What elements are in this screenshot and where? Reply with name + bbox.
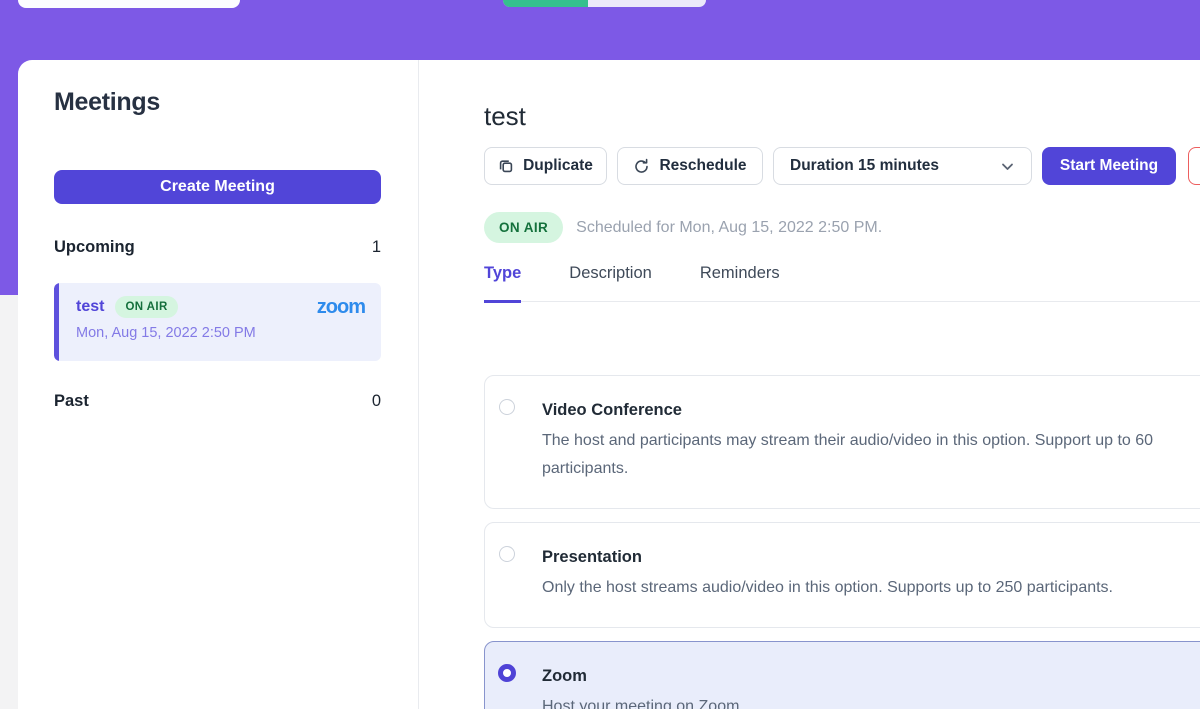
duplicate-button[interactable]: Duplicate: [484, 147, 607, 185]
meeting-datetime: Mon, Aug 15, 2022 2:50 PM: [76, 325, 365, 341]
chevron-down-icon: [1000, 159, 1015, 174]
on-air-badge-main: ON AIR: [484, 212, 563, 243]
meeting-status-row: ON AIR Scheduled for Mon, Aug 15, 2022 2…: [484, 212, 882, 243]
app-window: Meetings Create Meeting Upcoming 1 test …: [0, 0, 1200, 709]
zoom-logo: zoom: [317, 297, 365, 317]
option-title: Presentation: [542, 548, 1198, 567]
option-description: Only the host streams audio/video in thi…: [542, 574, 1198, 602]
refresh-icon: [633, 158, 650, 175]
meeting-tabs: Type Description Reminders: [484, 264, 1200, 302]
radio-unchecked-icon[interactable]: [499, 546, 515, 562]
copy-icon: [498, 158, 514, 174]
tab-type[interactable]: Type: [484, 264, 521, 303]
progress-bar: [503, 0, 706, 7]
past-label: Past: [54, 392, 89, 411]
upcoming-count: 1: [372, 238, 381, 257]
reschedule-label: Reschedule: [659, 157, 746, 175]
sidebar-section-upcoming[interactable]: Upcoming 1: [54, 238, 381, 257]
radio-unchecked-icon[interactable]: [499, 399, 515, 415]
content-card: Meetings Create Meeting Upcoming 1 test …: [18, 60, 1200, 709]
option-description: The host and participants may stream the…: [542, 427, 1198, 483]
option-presentation[interactable]: Presentation Only the host streams audio…: [484, 522, 1200, 628]
meeting-name: test: [76, 298, 104, 316]
progress-bar-fill: [503, 0, 588, 7]
radio-checked-icon[interactable]: [498, 664, 516, 682]
meeting-toolbar: Duplicate Reschedule Duration 15 minutes: [484, 147, 1200, 185]
danger-button-partial[interactable]: [1188, 147, 1200, 185]
page-title: Meetings: [54, 88, 160, 117]
option-zoom[interactable]: Zoom Host your meeting on Zoom: [484, 641, 1200, 709]
duration-value: Duration 15 minutes: [790, 157, 939, 175]
meeting-list-item[interactable]: test ON AIR zoom Mon, Aug 15, 2022 2:50 …: [54, 283, 381, 361]
reschedule-button[interactable]: Reschedule: [617, 147, 763, 185]
sidebar-section-past[interactable]: Past 0: [54, 392, 381, 411]
option-title: Zoom: [542, 667, 1198, 686]
sidebar-divider: [418, 60, 419, 709]
scheduled-text: Scheduled for Mon, Aug 15, 2022 2:50 PM.: [576, 219, 882, 237]
topbar-partial-pill[interactable]: [18, 0, 240, 8]
meeting-type-options: Video Conference The host and participan…: [484, 375, 1200, 709]
meeting-item-accent-bar: [54, 283, 59, 361]
on-air-badge: ON AIR: [115, 296, 177, 318]
duplicate-label: Duplicate: [523, 157, 593, 175]
meeting-title: test: [484, 101, 526, 132]
tab-description[interactable]: Description: [569, 264, 652, 303]
option-title: Video Conference: [542, 401, 1198, 420]
create-meeting-button[interactable]: Create Meeting: [54, 170, 381, 204]
past-count: 0: [372, 392, 381, 411]
tab-reminders[interactable]: Reminders: [700, 264, 780, 303]
start-meeting-button[interactable]: Start Meeting: [1042, 147, 1176, 185]
duration-select[interactable]: Duration 15 minutes: [773, 147, 1032, 185]
option-video-conference[interactable]: Video Conference The host and participan…: [484, 375, 1200, 509]
upcoming-label: Upcoming: [54, 238, 135, 257]
option-description: Host your meeting on Zoom: [542, 693, 1198, 709]
